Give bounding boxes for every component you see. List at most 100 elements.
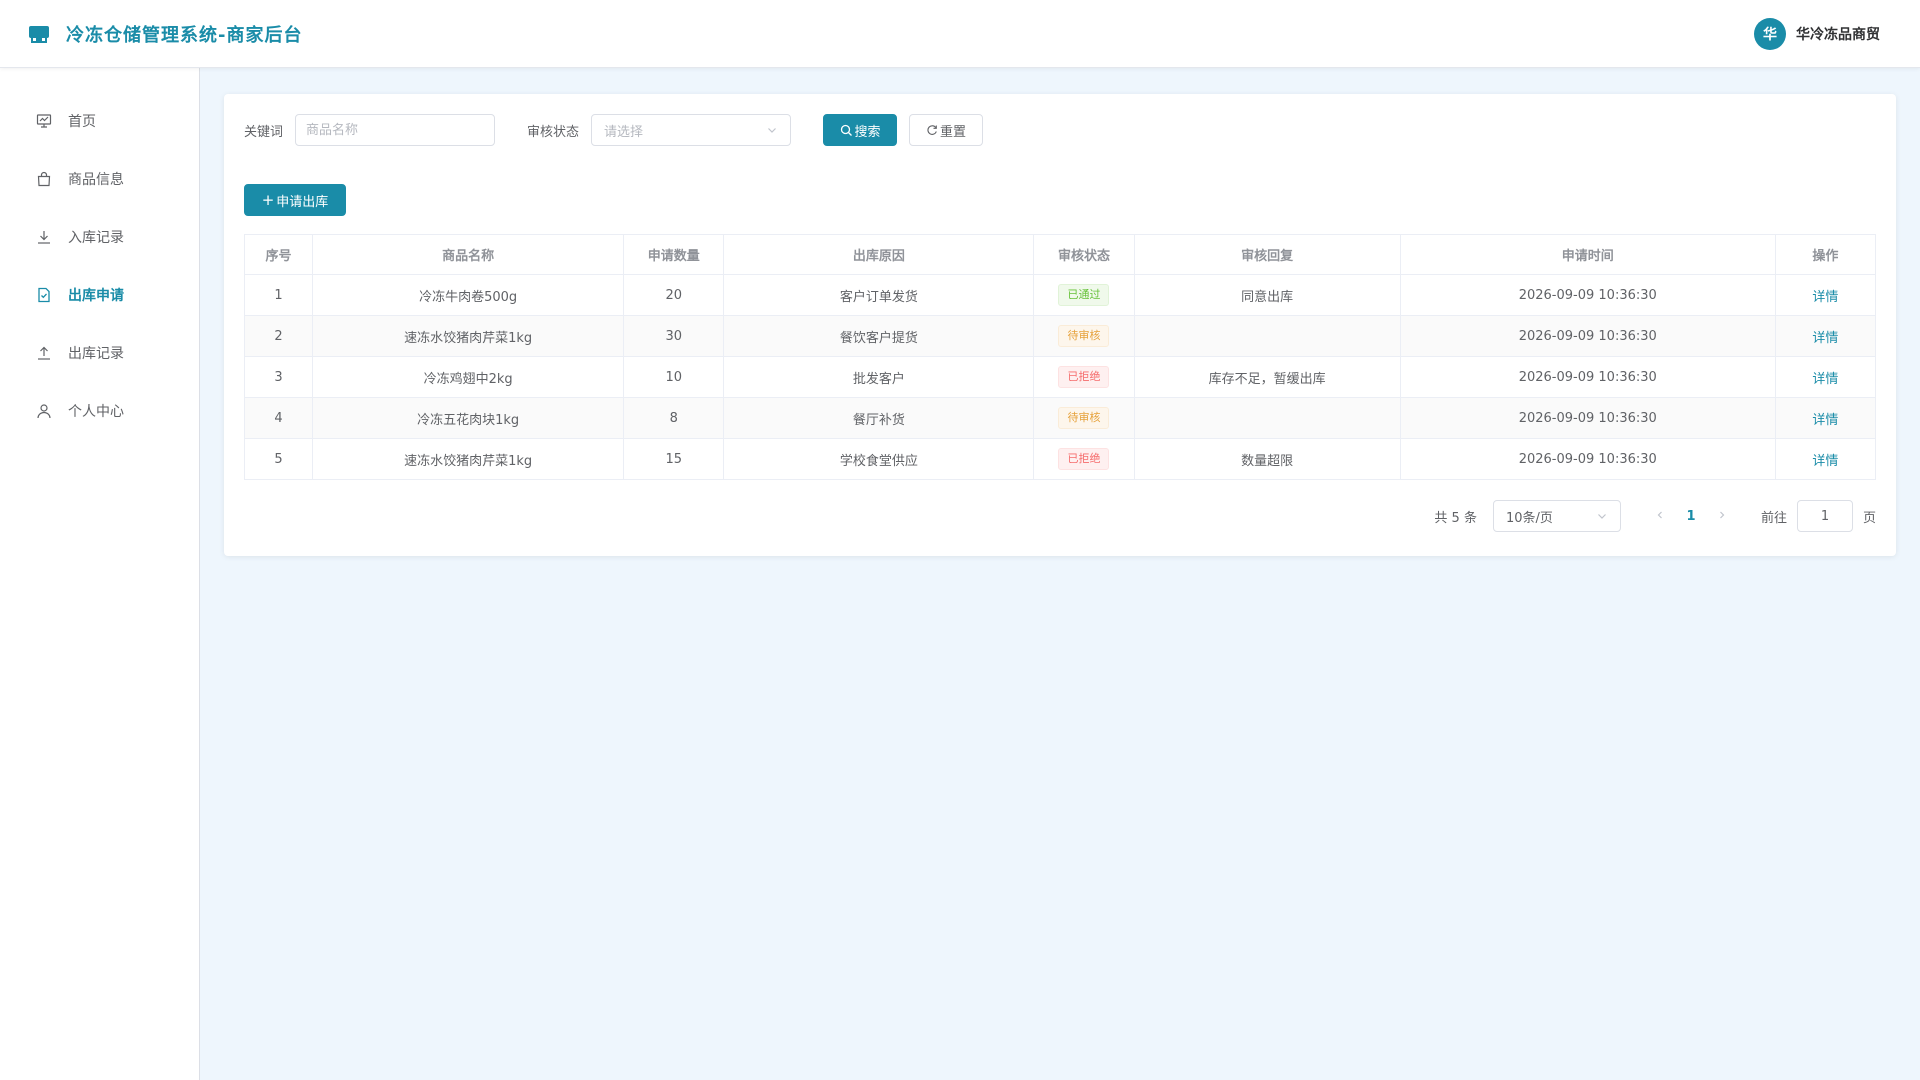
user-menu[interactable]: 华 华冷冻品商贸 [1754, 17, 1880, 50]
cell-time: 2026-09-09 10:36:30 [1399, 397, 1776, 439]
cell-quantity: 30 [623, 315, 725, 357]
goto-page-input[interactable] [1796, 500, 1853, 532]
sidebar-item-label: 出库申请 [68, 288, 124, 304]
status-badge: 已拒绝 [1058, 448, 1110, 470]
column-header: 申请数量 [623, 234, 725, 275]
cell-quantity: 8 [623, 397, 725, 439]
cell-reason: 餐厅补货 [723, 397, 1035, 439]
column-header: 操作 [1774, 234, 1877, 275]
chevron-right-icon [1720, 511, 1725, 518]
user-icon [37, 404, 51, 419]
sidebar-item-profile[interactable]: 个人中心 [0, 382, 199, 440]
cell-product-name: 速冻水饺猪肉芹菜1kg [312, 438, 625, 480]
detail-link[interactable]: 详情 [1812, 331, 1838, 346]
status-badge: 已拒绝 [1058, 366, 1110, 388]
column-header: 出库原因 [723, 234, 1035, 275]
status-badge: 待审核 [1058, 407, 1110, 429]
cell-product-name: 速冻水饺猪肉芹菜1kg [312, 315, 625, 357]
detail-link[interactable]: 详情 [1812, 413, 1838, 428]
detail-link[interactable]: 详情 [1812, 372, 1838, 387]
chevron-down-icon [768, 128, 776, 133]
total-count: 共 5 条 [1434, 510, 1477, 526]
app-title: 冷冻仓储管理系统-商家后台 [66, 24, 303, 46]
column-header: 商品名称 [312, 234, 625, 275]
sidebar-item-home[interactable]: 首页 [0, 92, 199, 150]
cell-reason: 批发客户 [723, 356, 1035, 398]
filter-bar: 关键词 审核状态 请选择 搜索 重置 [244, 114, 1876, 146]
outbound-table: 序号 商品名称 申请数量 出库原因 审核状态 审核回复 申请时间 操作 1 冷冻… [243, 234, 1877, 480]
goto-suffix: 页 [1862, 510, 1876, 526]
page-size-select[interactable]: 10条/页 [1492, 500, 1621, 532]
cell-status: 待审核 [1033, 397, 1135, 439]
sidebar-item-label: 首页 [68, 114, 96, 130]
cell-action: 详情 [1774, 356, 1877, 398]
sidebar-item-outbound-apply[interactable]: 出库申请 [0, 266, 199, 324]
cell-product-name: 冷冻鸡翅中2kg [312, 356, 625, 398]
status-select-placeholder: 请选择 [604, 124, 644, 140]
cell-index: 2 [243, 315, 314, 357]
status-select[interactable]: 请选择 [591, 114, 792, 146]
avatar[interactable]: 华 [1754, 17, 1786, 50]
cell-reason: 学校食堂供应 [723, 438, 1035, 480]
cell-reply: 数量超限 [1133, 438, 1401, 480]
main-card: 关键词 审核状态 请选择 搜索 重置 + 申请出库 序号 商品名称 [224, 94, 1896, 556]
cell-time: 2026-09-09 10:36:30 [1399, 438, 1776, 480]
page-number-current[interactable]: 1 [1675, 509, 1707, 524]
sidebar-item-label: 个人中心 [68, 404, 124, 420]
detail-link[interactable]: 详情 [1812, 454, 1838, 469]
status-label: 审核状态 [527, 124, 580, 140]
keyword-label: 关键词 [244, 124, 284, 140]
cell-action: 详情 [1774, 274, 1877, 316]
table-row: 1 冷冻牛肉卷500g 20 客户订单发货 已通过 同意出库 2026-09-0… [243, 274, 1877, 316]
cell-reply: 同意出库 [1133, 274, 1401, 316]
cell-reply [1133, 315, 1401, 357]
cell-status: 已拒绝 [1033, 438, 1135, 480]
upload-icon [38, 346, 50, 360]
search-icon [840, 124, 852, 136]
cell-status: 已通过 [1033, 274, 1135, 316]
cell-index: 3 [243, 356, 314, 398]
cell-index: 1 [243, 274, 314, 316]
column-header: 序号 [243, 234, 314, 275]
pagination: 共 5 条 10条/页 1 前往 页 [244, 500, 1876, 532]
cell-reply: 库存不足，暂缓出库 [1133, 356, 1401, 398]
sidebar-item-label: 出库记录 [68, 346, 124, 362]
cell-quantity: 10 [623, 356, 725, 398]
document-check-icon [38, 287, 50, 303]
table-header-row: 序号 商品名称 申请数量 出库原因 审核状态 审核回复 申请时间 操作 [243, 234, 1877, 275]
table-row: 5 速冻水饺猪肉芹菜1kg 15 学校食堂供应 已拒绝 数量超限 2026-09… [243, 438, 1877, 480]
cell-time: 2026-09-09 10:36:30 [1399, 274, 1776, 316]
dashboard-icon [36, 114, 52, 128]
brand: 冷冻仓储管理系统-商家后台 [28, 21, 302, 47]
cell-status: 已拒绝 [1033, 356, 1135, 398]
cell-action: 详情 [1774, 438, 1877, 480]
search-button[interactable]: 搜索 [823, 114, 898, 146]
table-row: 3 冷冻鸡翅中2kg 10 批发客户 已拒绝 库存不足，暂缓出库 2026-09… [243, 356, 1877, 398]
top-header: 冷冻仓储管理系统-商家后台 华 华冷冻品商贸 [0, 0, 1920, 68]
sidebar-item-products[interactable]: 商品信息 [0, 150, 199, 208]
table-row: 2 速冻水饺猪肉芹菜1kg 30 餐饮客户提货 待审核 2026-09-09 1… [243, 315, 1877, 357]
page-size-value: 10条/页 [1505, 510, 1553, 526]
table-row: 4 冷冻五花肉块1kg 8 餐厅补货 待审核 2026-09-09 10:36:… [243, 397, 1877, 439]
sidebar-item-inbound-records[interactable]: 入库记录 [0, 208, 199, 266]
cell-reason: 客户订单发货 [723, 274, 1035, 316]
reset-button[interactable]: 重置 [909, 114, 984, 146]
column-header: 申请时间 [1399, 234, 1776, 275]
apply-outbound-button[interactable]: + 申请出库 [244, 184, 346, 216]
cell-product-name: 冷冻牛肉卷500g [312, 274, 625, 316]
prev-page-button[interactable] [1645, 509, 1675, 524]
user-name[interactable]: 华冷冻品商贸 [1796, 24, 1880, 44]
detail-link[interactable]: 详情 [1812, 290, 1838, 305]
shopping-bag-icon [37, 171, 51, 187]
sidebar-item-outbound-records[interactable]: 出库记录 [0, 324, 199, 382]
status-badge: 待审核 [1058, 325, 1110, 347]
chevron-left-icon [1657, 511, 1662, 518]
download-icon [38, 231, 50, 244]
sidebar-item-label: 入库记录 [68, 230, 124, 246]
sidebar: 首页 商品信息 入库记录 出库申请 出库记录 个人中心 [0, 68, 200, 1080]
cell-action: 详情 [1774, 315, 1877, 357]
keyword-input[interactable] [295, 114, 496, 146]
column-header: 审核状态 [1033, 234, 1135, 275]
plus-icon: + [261, 190, 275, 209]
next-page-button[interactable] [1707, 509, 1737, 524]
